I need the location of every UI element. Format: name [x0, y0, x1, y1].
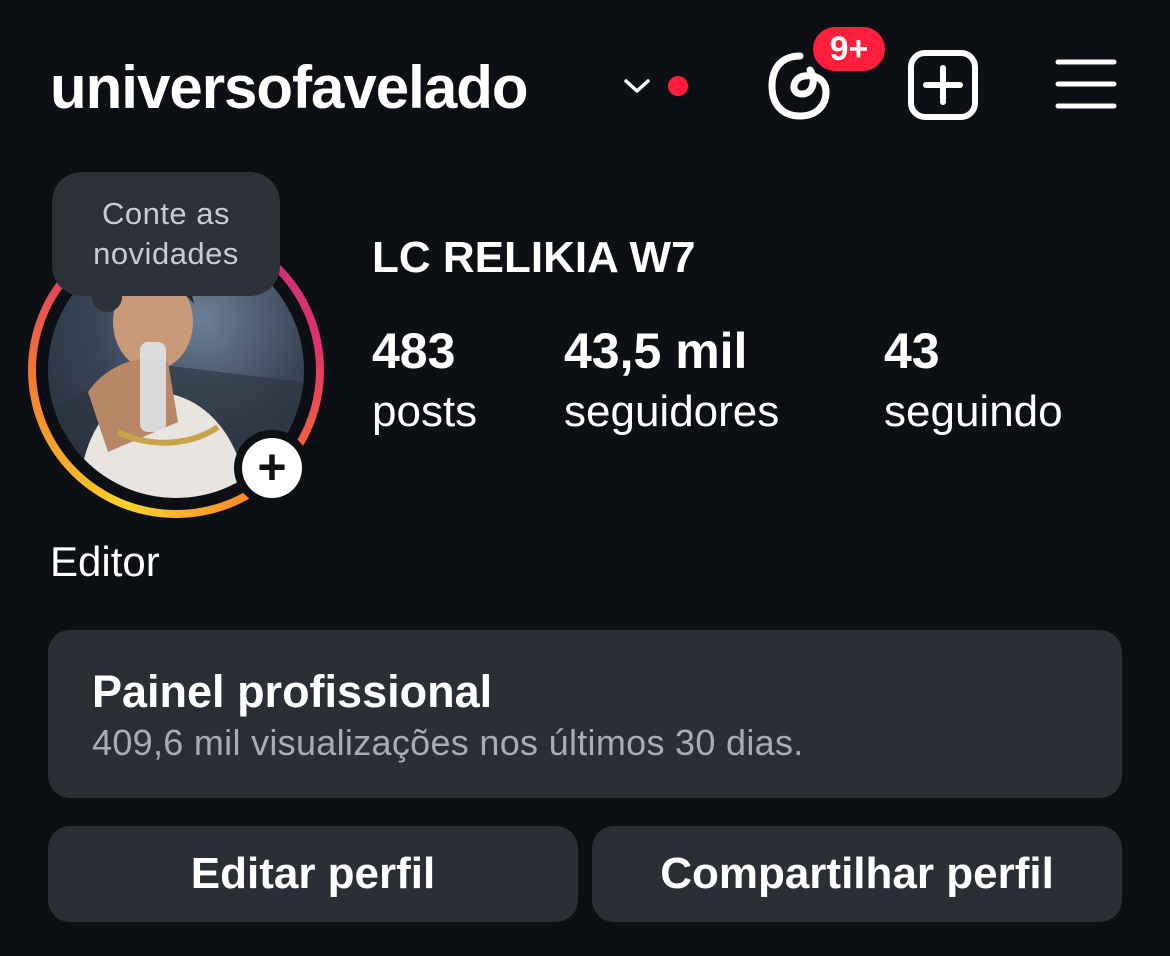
- followers-label: seguidores: [564, 387, 780, 436]
- followers-stat[interactable]: 43,5 mil seguidores: [564, 322, 779, 444]
- add-story-button[interactable]: +: [234, 430, 310, 506]
- profile-screen: universofavelado 9+ + Conte as novidades…: [0, 0, 1170, 956]
- followers-count: 43,5 mil: [564, 323, 748, 379]
- notification-badge: 9+: [808, 22, 890, 76]
- professional-dashboard-card[interactable]: Painel profissional 409,6 mil visualizaç…: [48, 630, 1122, 798]
- edit-profile-button[interactable]: Editar perfil: [48, 826, 578, 922]
- unread-dot: [668, 76, 688, 96]
- create-post-icon[interactable]: [906, 48, 980, 122]
- share-profile-button[interactable]: Compartilhar perfil: [592, 826, 1122, 922]
- professional-dashboard-subtitle: 409,6 mil visualizações nos últimos 30 d…: [92, 722, 804, 763]
- chevron-down-icon[interactable]: [622, 76, 652, 96]
- note-bubble[interactable]: Conte as novidades: [52, 172, 280, 312]
- following-label: seguindo: [884, 387, 1063, 436]
- posts-count: 483: [372, 323, 456, 379]
- plus-icon: +: [242, 438, 302, 498]
- following-stat[interactable]: 43 seguindo: [884, 322, 1063, 444]
- following-count: 43: [884, 323, 940, 379]
- posts-label: posts: [372, 387, 478, 436]
- account-switcher-username[interactable]: universofavelado: [50, 52, 529, 124]
- posts-stat[interactable]: 483 posts: [372, 322, 477, 444]
- profile-category: Editor: [50, 538, 160, 585]
- professional-dashboard-title: Painel profissional: [92, 666, 493, 717]
- display-name: LC RELIKIA W7: [372, 233, 696, 282]
- menu-icon[interactable]: [1054, 56, 1118, 112]
